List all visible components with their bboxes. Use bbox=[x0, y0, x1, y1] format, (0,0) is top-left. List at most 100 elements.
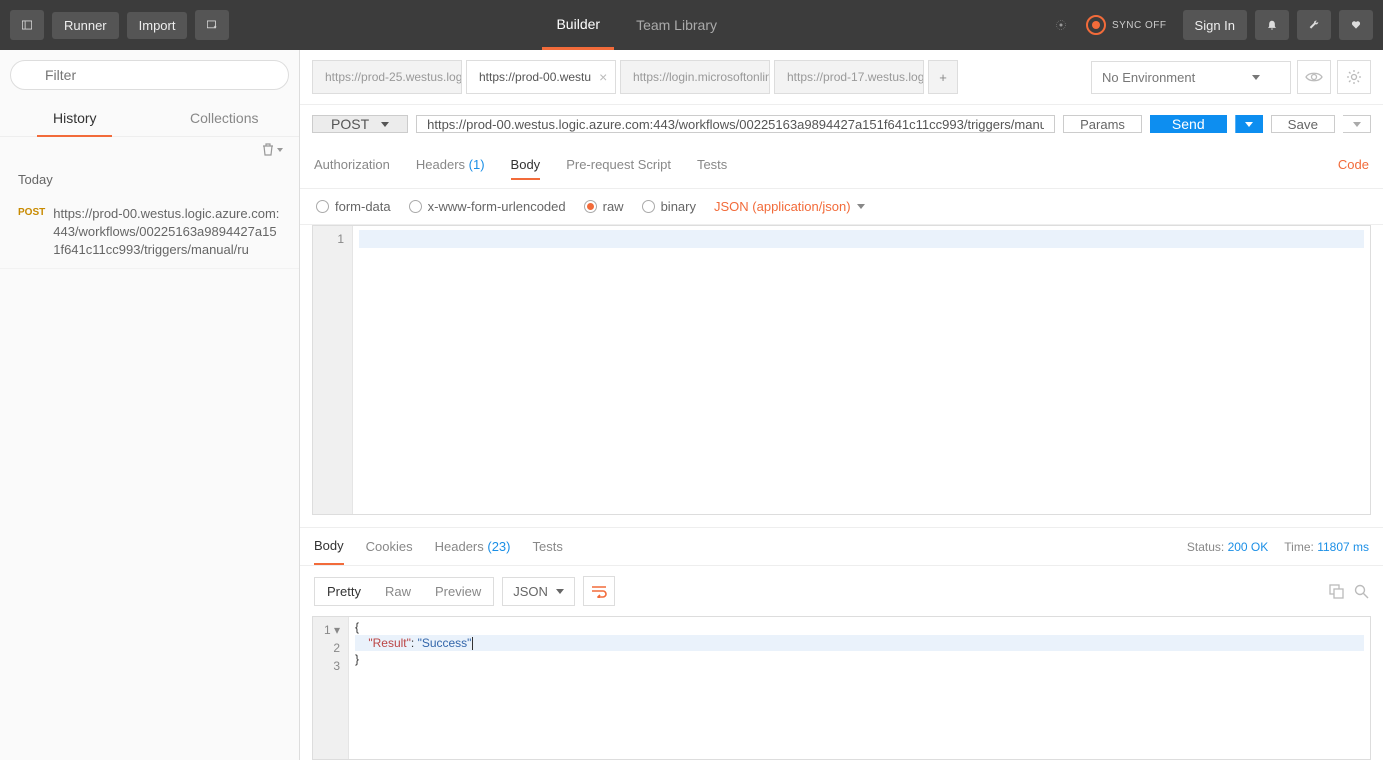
request-tab-label: https://login.microsoftonlin bbox=[633, 70, 770, 84]
viewmode-preview[interactable]: Preview bbox=[423, 578, 493, 605]
capture-button[interactable] bbox=[1044, 10, 1078, 40]
clear-history-button[interactable] bbox=[262, 143, 283, 156]
sidebar-tab-collections[interactable]: Collections bbox=[150, 100, 300, 136]
editor-code[interactable]: { "Result": "Success" } bbox=[349, 617, 1370, 759]
bell-icon bbox=[1267, 18, 1277, 32]
bodytype-raw[interactable]: raw bbox=[584, 199, 624, 214]
bodytype-binary[interactable]: binary bbox=[642, 199, 696, 214]
editor-gutter: 1 bbox=[313, 226, 353, 514]
subtab-prerequest[interactable]: Pre-request Script bbox=[566, 151, 671, 180]
filter-input[interactable] bbox=[10, 60, 289, 90]
request-tab[interactable]: https://prod-17.westus.logic bbox=[774, 60, 924, 94]
content-type-label: JSON (application/json) bbox=[714, 199, 851, 214]
sidebar-tab-history[interactable]: History bbox=[0, 100, 150, 136]
subtab-body[interactable]: Body bbox=[511, 151, 541, 180]
sync-icon bbox=[1086, 15, 1106, 35]
heart-button[interactable] bbox=[1339, 10, 1373, 40]
response-editor[interactable]: 1 ▾23 { "Result": "Success" } bbox=[312, 616, 1371, 760]
sync-status[interactable]: SYNC OFF bbox=[1086, 15, 1167, 35]
radio-icon bbox=[584, 200, 597, 213]
code-indent bbox=[355, 636, 368, 650]
subtab-headers[interactable]: Headers (1) bbox=[416, 151, 485, 180]
request-tab[interactable]: https://prod-25.westus.logic bbox=[312, 60, 462, 94]
save-caret[interactable] bbox=[1343, 115, 1371, 133]
settings-button[interactable] bbox=[1297, 10, 1331, 40]
content-type-select[interactable]: JSON (application/json) bbox=[714, 199, 865, 214]
params-button[interactable]: Params bbox=[1063, 115, 1142, 133]
bodytype-label: binary bbox=[661, 199, 696, 214]
request-subtabs: Authorization Headers (1) Body Pre-reque… bbox=[300, 143, 1383, 189]
resp-tab-cookies[interactable]: Cookies bbox=[366, 529, 413, 564]
history-item-method: POST bbox=[18, 207, 45, 218]
mode-team-library[interactable]: Team Library bbox=[622, 0, 731, 50]
save-button[interactable]: Save bbox=[1271, 115, 1335, 133]
subtab-authorization[interactable]: Authorization bbox=[314, 151, 390, 180]
chevron-down-icon bbox=[857, 204, 865, 209]
bodytype-urlencoded[interactable]: x-www-form-urlencoded bbox=[409, 199, 566, 214]
import-button[interactable]: Import bbox=[127, 12, 188, 39]
viewmode-pretty[interactable]: Pretty bbox=[315, 578, 373, 605]
radio-icon bbox=[409, 200, 422, 213]
radio-icon bbox=[316, 200, 329, 213]
request-tab[interactable]: https://login.microsoftonlin bbox=[620, 60, 770, 94]
chevron-down-icon bbox=[1245, 122, 1253, 127]
env-preview-button[interactable] bbox=[1297, 60, 1331, 94]
text-cursor bbox=[472, 637, 473, 650]
close-icon[interactable]: × bbox=[599, 69, 607, 85]
sidebar: History Collections Today POST https://p… bbox=[0, 50, 300, 760]
code-token: : bbox=[411, 636, 418, 650]
chevron-down-icon bbox=[1353, 122, 1361, 127]
request-tab-label: https://prod-25.westus.logic bbox=[325, 70, 462, 84]
request-body-editor[interactable]: 1 bbox=[312, 225, 1371, 515]
request-line: POST Params Send Save bbox=[300, 105, 1383, 143]
bodytype-label: raw bbox=[603, 199, 624, 214]
signin-button[interactable]: Sign In bbox=[1183, 10, 1247, 40]
search-response-button[interactable] bbox=[1354, 584, 1369, 599]
url-input[interactable] bbox=[416, 115, 1055, 133]
send-button[interactable]: Send bbox=[1150, 115, 1227, 133]
wrench-icon bbox=[1309, 18, 1319, 32]
bodytype-formdata[interactable]: form-data bbox=[316, 199, 391, 214]
sync-label: SYNC OFF bbox=[1112, 20, 1167, 31]
copy-response-button[interactable] bbox=[1329, 584, 1344, 599]
viewmode-segment: Pretty Raw Preview bbox=[314, 577, 494, 606]
code-token: "Success" bbox=[418, 636, 472, 650]
response-format-select[interactable]: JSON bbox=[502, 577, 575, 606]
viewmode-raw[interactable]: Raw bbox=[373, 578, 423, 605]
toggle-sidebar-button[interactable] bbox=[10, 10, 44, 40]
subtab-tests[interactable]: Tests bbox=[697, 151, 727, 180]
topbar: Runner Import Builder Team Library SYNC … bbox=[0, 0, 1383, 50]
mode-builder[interactable]: Builder bbox=[542, 0, 614, 50]
response-format-label: JSON bbox=[513, 584, 548, 599]
code-token: } bbox=[355, 652, 359, 666]
new-window-icon bbox=[207, 18, 217, 32]
editor-code[interactable] bbox=[353, 226, 1370, 514]
notifications-button[interactable] bbox=[1255, 10, 1289, 40]
resp-tab-body[interactable]: Body bbox=[314, 528, 344, 565]
environment-select[interactable]: No Environment bbox=[1091, 61, 1291, 94]
send-caret[interactable] bbox=[1235, 115, 1263, 133]
history-item-url: https://prod-00.westus.logic.azure.com:4… bbox=[53, 205, 281, 260]
env-settings-button[interactable] bbox=[1337, 60, 1371, 94]
radio-icon bbox=[642, 200, 655, 213]
subtab-count: (1) bbox=[469, 157, 485, 172]
method-select[interactable]: POST bbox=[312, 115, 408, 133]
new-window-button[interactable] bbox=[195, 10, 229, 40]
status-label: Status: bbox=[1187, 540, 1224, 554]
request-tab[interactable]: https://prod-00.westu× bbox=[466, 60, 616, 94]
capture-icon bbox=[1056, 15, 1066, 35]
bodytype-label: form-data bbox=[335, 199, 391, 214]
code-link[interactable]: Code bbox=[1338, 151, 1369, 180]
runner-button[interactable]: Runner bbox=[52, 12, 119, 39]
resp-tab-tests[interactable]: Tests bbox=[533, 529, 563, 564]
request-tabs-row: https://prod-25.westus.logic https://pro… bbox=[300, 50, 1383, 105]
eye-icon bbox=[1305, 71, 1323, 83]
bodytype-row: form-data x-www-form-urlencoded raw bina… bbox=[300, 189, 1383, 225]
history-item[interactable]: POST https://prod-00.westus.logic.azure.… bbox=[0, 197, 299, 269]
trash-icon bbox=[262, 143, 274, 156]
resp-tab-headers[interactable]: Headers (23) bbox=[435, 529, 511, 564]
response-tabs: Body Cookies Headers (23) Tests Status: … bbox=[300, 527, 1383, 566]
gear-icon bbox=[1346, 69, 1362, 85]
wrap-toggle[interactable] bbox=[583, 576, 615, 606]
add-tab-button[interactable]: + bbox=[928, 60, 958, 94]
